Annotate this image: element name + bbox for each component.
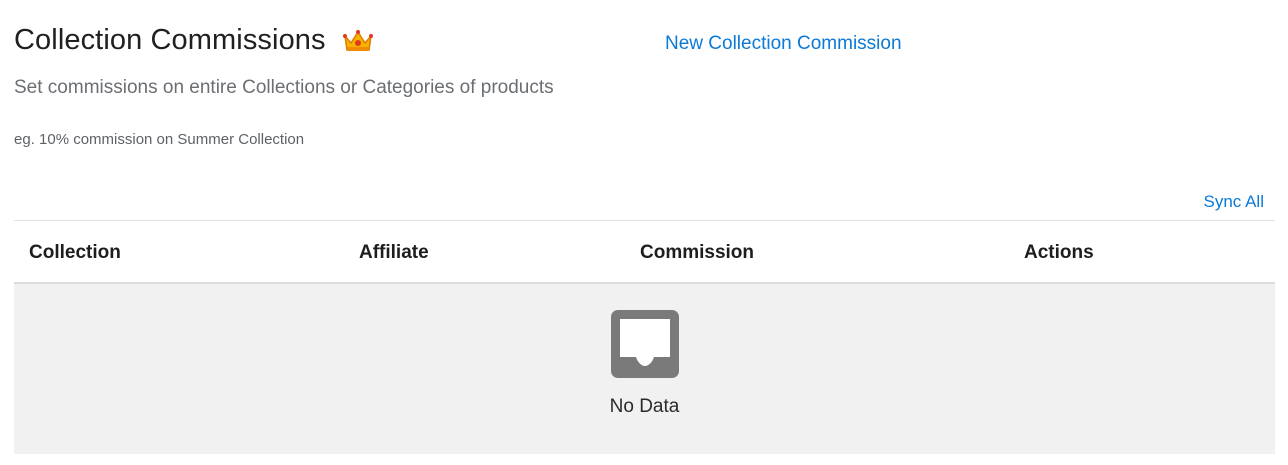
- column-header-commission: Commission: [640, 242, 755, 263]
- page-subtitle: Set commissions on entire Collections or…: [14, 77, 554, 98]
- column-header-collection: Collection: [29, 242, 121, 263]
- example-text: eg. 10% commission on Summer Collection: [14, 131, 305, 148]
- column-header-actions: Actions: [1024, 242, 1094, 263]
- inbox-icon: [611, 310, 679, 378]
- empty-state-text: No Data: [609, 396, 680, 417]
- page-title: Collection Commissions: [14, 24, 326, 56]
- sync-all-link[interactable]: Sync All: [1204, 192, 1264, 212]
- crown-icon: [342, 28, 374, 54]
- empty-state: No Data: [14, 284, 1275, 454]
- column-header-affiliate: Affiliate: [359, 242, 429, 263]
- table-header: Collection Affiliate Commission Actions: [14, 221, 1275, 284]
- new-collection-commission-link[interactable]: New Collection Commission: [665, 33, 902, 55]
- page: Collection Commissions New Collection Co…: [0, 0, 1288, 465]
- title-row: Collection Commissions: [14, 24, 374, 57]
- commissions-table: Collection Affiliate Commission Actions …: [14, 220, 1275, 454]
